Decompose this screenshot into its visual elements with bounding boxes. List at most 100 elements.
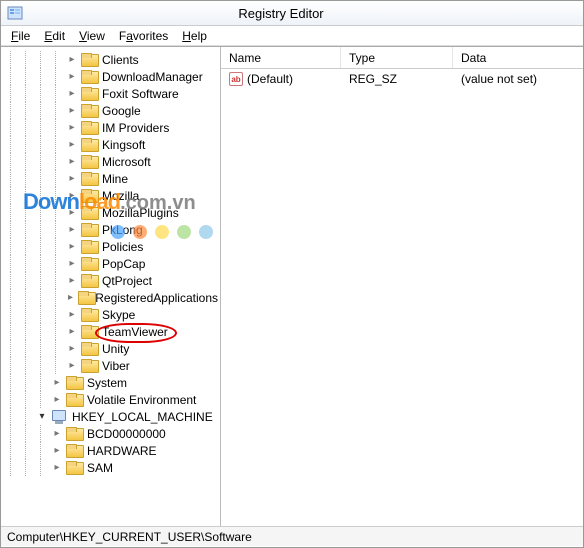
menubar: File Edit View Favorites Help bbox=[1, 26, 583, 46]
tree-node-label: IM Providers bbox=[100, 121, 171, 135]
col-name[interactable]: Name bbox=[221, 47, 341, 68]
expander-icon[interactable]: ▸ bbox=[51, 462, 63, 474]
values-pane[interactable]: Name Type Data ab(Default) REG_SZ (value… bbox=[221, 47, 583, 526]
expander-icon[interactable]: ▾ bbox=[36, 411, 48, 423]
tree-node-label: Kingsoft bbox=[100, 138, 147, 152]
menu-view-rest: iew bbox=[87, 29, 105, 43]
col-type[interactable]: Type bbox=[341, 47, 453, 68]
expander-icon[interactable]: ▸ bbox=[51, 394, 63, 406]
tree-node[interactable]: ▸ TeamViewer bbox=[1, 323, 220, 340]
string-value-icon: ab bbox=[229, 72, 243, 86]
tree-node-label: RegisteredApplications bbox=[93, 291, 220, 305]
tree-node[interactable]: ▸ Policies bbox=[1, 238, 220, 255]
menu-view[interactable]: View bbox=[73, 28, 111, 44]
tree-node-label: Google bbox=[100, 104, 143, 118]
tree-node-label: System bbox=[85, 376, 129, 390]
expander-icon[interactable]: ▸ bbox=[66, 173, 78, 185]
expander-icon[interactable]: ▸ bbox=[66, 258, 78, 270]
tree-node[interactable]: ▸Microsoft bbox=[1, 153, 220, 170]
col-type-label: Type bbox=[349, 51, 375, 65]
tree-node-label: Clients bbox=[100, 53, 141, 67]
folder-icon bbox=[66, 376, 82, 390]
tree-node-label: PopCap bbox=[100, 257, 147, 271]
status-path: Computer\HKEY_CURRENT_USER\Software bbox=[7, 530, 252, 544]
folder-icon bbox=[81, 274, 97, 288]
tree-node-label: Viber bbox=[100, 359, 132, 373]
tree-node[interactable]: ▸ IM Providers bbox=[1, 119, 220, 136]
folder-icon bbox=[81, 257, 97, 271]
tree-node[interactable]: ▸Mine bbox=[1, 170, 220, 187]
tree-node[interactable]: ▸SAM bbox=[1, 459, 220, 476]
tree-node[interactable]: ▸ PopCap bbox=[1, 255, 220, 272]
tree-node[interactable]: ▸Volatile Environment bbox=[1, 391, 220, 408]
tree-node[interactable]: ▸ HARDWARE bbox=[1, 442, 220, 459]
tree-node[interactable]: ▸ RegisteredApplications bbox=[1, 289, 220, 306]
folder-icon bbox=[81, 325, 97, 339]
tree-node[interactable]: ▸ Clients bbox=[1, 51, 220, 68]
tree-node-label: Policies bbox=[100, 240, 145, 254]
folder-icon bbox=[81, 138, 97, 152]
value-row[interactable]: ab(Default) REG_SZ (value not set) bbox=[221, 69, 583, 89]
expander-icon[interactable]: ▸ bbox=[66, 360, 78, 372]
tree-node-label: Skype bbox=[100, 308, 137, 322]
tree-pane[interactable]: ▸Clients▸DownloadManager▸Foxit Software▸… bbox=[1, 47, 221, 526]
expander-icon[interactable]: ▸ bbox=[66, 207, 78, 219]
column-headers: Name Type Data bbox=[221, 47, 583, 69]
expander-icon[interactable]: ▸ bbox=[66, 275, 78, 287]
expander-icon[interactable]: ▸ bbox=[66, 190, 78, 202]
expander-icon[interactable]: ▸ bbox=[51, 445, 63, 457]
tree-node[interactable]: ▸QtProject bbox=[1, 272, 220, 289]
menu-edit[interactable]: Edit bbox=[38, 28, 71, 44]
folder-icon bbox=[81, 70, 97, 84]
statusbar: Computer\HKEY_CURRENT_USER\Software bbox=[1, 526, 583, 546]
expander-icon[interactable]: ▸ bbox=[66, 309, 78, 321]
expander-icon[interactable]: ▸ bbox=[51, 377, 63, 389]
tree-node-label: TeamViewer bbox=[100, 325, 170, 339]
expander-icon[interactable]: ▸ bbox=[66, 326, 78, 338]
tree-node-label: HARDWARE bbox=[85, 444, 159, 458]
tree-node-label: HKEY_LOCAL_MACHINE bbox=[70, 410, 215, 424]
folder-icon bbox=[66, 393, 82, 407]
value-name-cell: ab (Default) bbox=[221, 72, 341, 86]
tree-node[interactable]: ▾ HKEY_LOCAL_MACHINE bbox=[1, 408, 220, 425]
expander-icon[interactable]: ▸ bbox=[66, 54, 78, 66]
folder-icon bbox=[81, 223, 97, 237]
expander-icon[interactable]: ▸ bbox=[66, 88, 78, 100]
tree-node[interactable]: ▸ Skype bbox=[1, 306, 220, 323]
folder-icon bbox=[81, 104, 97, 118]
tree-node[interactable]: ▸ Kingsoft bbox=[1, 136, 220, 153]
tree-node[interactable]: ▸ Google bbox=[1, 102, 220, 119]
menu-file[interactable]: File bbox=[5, 28, 36, 44]
tree-node[interactable]: ▸DownloadManager bbox=[1, 68, 220, 85]
expander-icon[interactable]: ▸ bbox=[66, 71, 78, 83]
expander-icon[interactable]: ▸ bbox=[66, 156, 78, 168]
tree-node[interactable]: ▸Mozilla bbox=[1, 187, 220, 204]
folder-icon bbox=[81, 240, 97, 254]
col-data[interactable]: Data bbox=[453, 47, 583, 68]
menu-help[interactable]: Help bbox=[176, 28, 213, 44]
tree-node[interactable]: ▸ Foxit Software bbox=[1, 85, 220, 102]
menu-favorites[interactable]: Favorites bbox=[113, 28, 174, 44]
folder-icon bbox=[66, 444, 82, 458]
window-title: Registry Editor bbox=[29, 6, 583, 21]
value-name: (Default) bbox=[247, 72, 293, 86]
tree-node-label: Foxit Software bbox=[100, 87, 181, 101]
expander-icon[interactable]: ▸ bbox=[66, 292, 75, 304]
tree-node[interactable]: ▸ Viber bbox=[1, 357, 220, 374]
tree-node[interactable]: ▸PkLong bbox=[1, 221, 220, 238]
folder-icon bbox=[81, 121, 97, 135]
expander-icon[interactable]: ▸ bbox=[66, 139, 78, 151]
menu-help-rest: elp bbox=[191, 29, 207, 43]
expander-icon[interactable]: ▸ bbox=[66, 105, 78, 117]
expander-icon[interactable]: ▸ bbox=[66, 224, 78, 236]
tree-node[interactable]: ▸BCD00000000 bbox=[1, 425, 220, 442]
expander-icon[interactable]: ▸ bbox=[51, 428, 63, 440]
folder-icon bbox=[81, 308, 97, 322]
tree-node-label: Unity bbox=[100, 342, 131, 356]
expander-icon[interactable]: ▸ bbox=[66, 122, 78, 134]
tree-node[interactable]: ▸MozillaPlugins bbox=[1, 204, 220, 221]
tree-node[interactable]: ▸ Unity bbox=[1, 340, 220, 357]
expander-icon[interactable]: ▸ bbox=[66, 241, 78, 253]
expander-icon[interactable]: ▸ bbox=[66, 343, 78, 355]
tree-node[interactable]: ▸ System bbox=[1, 374, 220, 391]
